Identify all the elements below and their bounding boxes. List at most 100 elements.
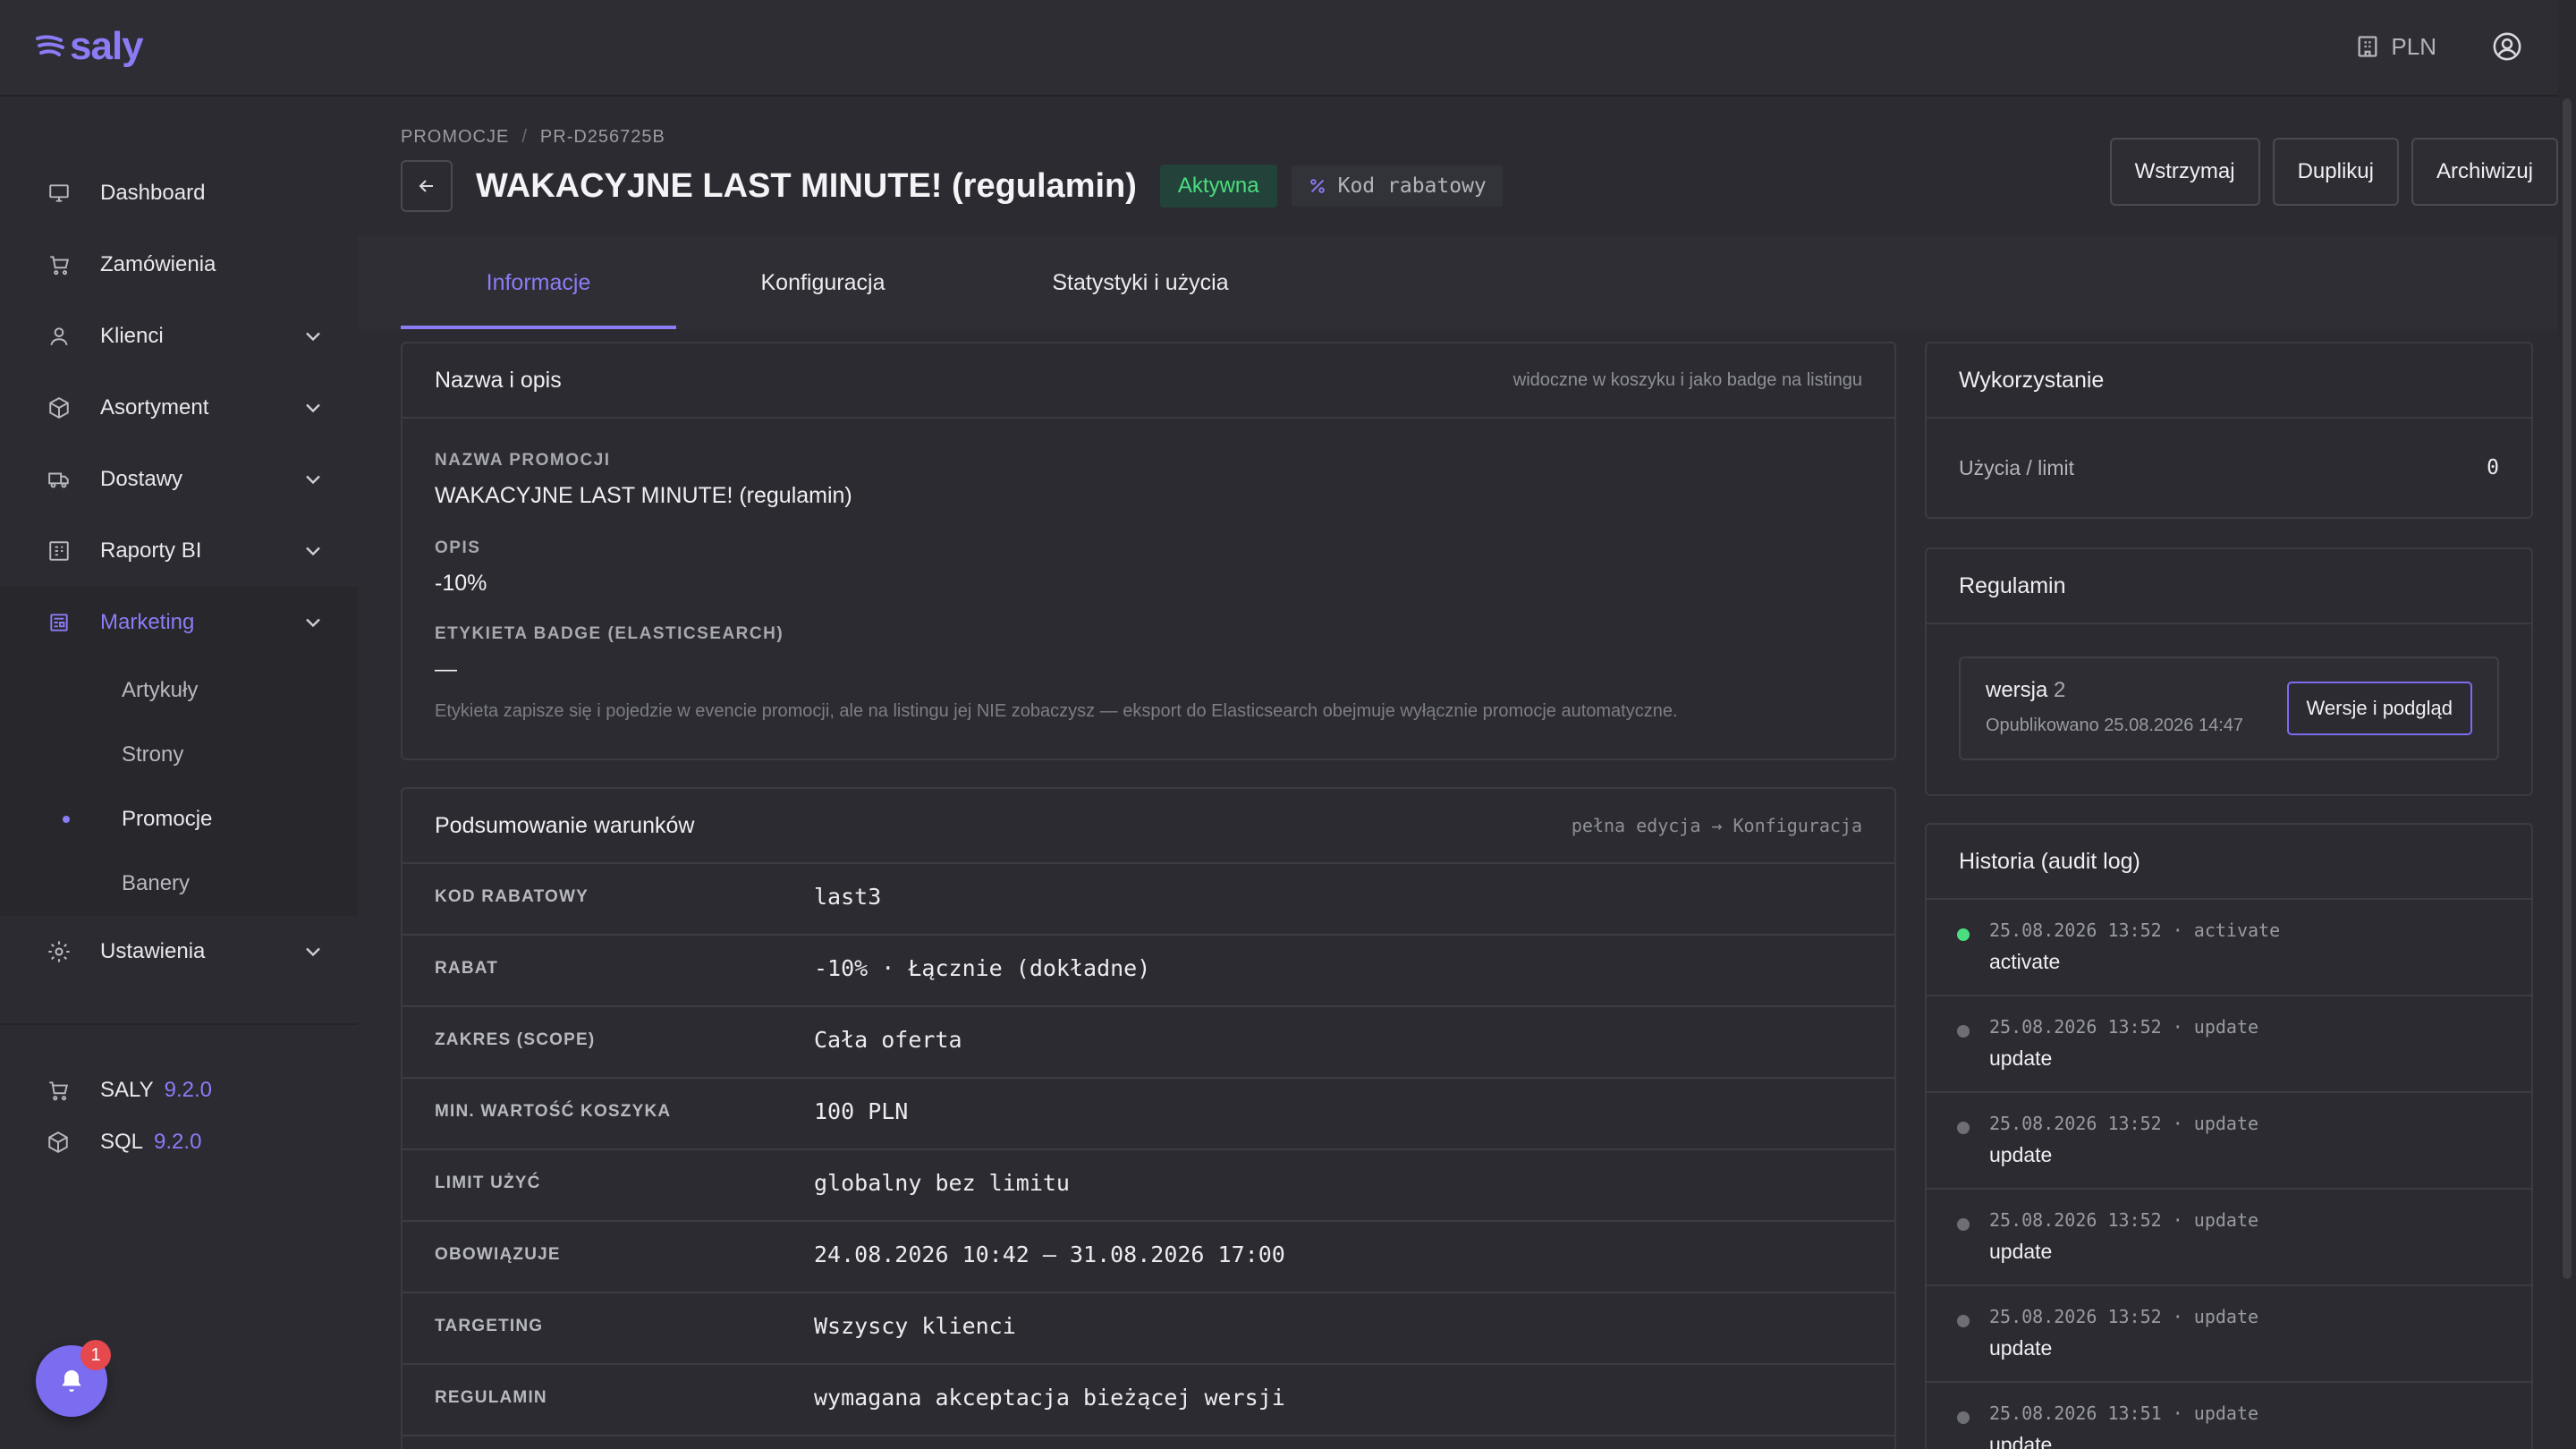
table-row: KOD RABATOWY last3 — [402, 864, 1894, 936]
status-dot — [1957, 1122, 1970, 1134]
sidebar-item-label: Ustawienia — [100, 939, 206, 963]
tab-configuration[interactable]: Konfiguracja — [680, 236, 966, 329]
sidebar-item-assortment[interactable]: Asortyment — [0, 372, 358, 444]
sidebar-item-label: Zamówienia — [100, 252, 216, 276]
log-meta: 25.08.2026 13:52 · update — [1989, 1113, 2259, 1134]
breadcrumb-promotions[interactable]: PROMOCJE — [401, 127, 509, 148]
chevron-down-icon[interactable] — [301, 324, 326, 349]
cart-icon — [49, 1081, 68, 1101]
status-dot — [1957, 1218, 1970, 1231]
chevron-down-icon[interactable] — [301, 538, 326, 564]
sidebar-item-settings[interactable]: Ustawienia — [0, 916, 358, 987]
version-label: wersja — [1986, 678, 2048, 702]
bell-icon — [62, 1370, 81, 1392]
list-item: 25.08.2026 13:52 · update update — [1927, 996, 2531, 1093]
field-value: -10% — [435, 571, 487, 596]
pause-button[interactable]: Wstrzymaj — [2109, 138, 2260, 206]
archive-button[interactable]: Archiwizuj — [2411, 138, 2558, 206]
version-saly: SALY 9.2.0 — [0, 1064, 358, 1116]
notifications-button[interactable]: 1 — [36, 1340, 111, 1417]
building-icon — [2358, 36, 2377, 57]
version-number: 2 — [2054, 678, 2066, 702]
card-title: Podsumowanie warunków — [435, 812, 695, 838]
terms-published-date: Opublikowano 25.08.2026 14:47 — [1986, 716, 2244, 735]
cart-icon — [50, 256, 69, 275]
log-action: update — [1989, 1240, 2053, 1263]
usage-card: Wykorzystanie Użycia / limit 0 — [1925, 342, 2533, 519]
configuration-link[interactable]: pełna edycja → Konfiguracja — [1572, 815, 1862, 836]
sidebar-subitem-promotions[interactable]: Promocje — [0, 787, 358, 852]
usage-value: 0 — [2487, 456, 2499, 479]
row-key: RABAT — [435, 959, 499, 978]
sidebar-subitem-articles[interactable]: Artykuły — [0, 658, 358, 723]
sidebar-subitem-banners[interactable]: Banery — [0, 852, 358, 916]
log-meta: 25.08.2026 13:52 · update — [1989, 1209, 2259, 1231]
back-button[interactable] — [401, 160, 453, 212]
versions-preview-button[interactable]: Wersje i podgląd — [2286, 682, 2472, 735]
field-promotion-name: NAZWA PROMOCJI WAKACYJNE LAST MINUTE! (r… — [435, 451, 852, 509]
row-key: MIN. WARTOŚĆ KOSZYKA — [435, 1102, 672, 1121]
sidebar-item-deliveries[interactable]: Dostawy — [0, 444, 358, 515]
chevron-down-icon[interactable] — [301, 395, 326, 420]
sidebar-item-clients[interactable]: Klienci — [0, 301, 358, 372]
status-dot — [1957, 1411, 1970, 1424]
row-value: wymagana akceptacja bieżącej wersji — [814, 1385, 1285, 1411]
sidebar-item-marketing[interactable]: Marketing — [0, 587, 358, 658]
card-hint: widoczne w koszyku i jako badge na listi… — [1513, 369, 1862, 390]
sidebar-item-reports[interactable]: Raporty BI — [0, 515, 358, 587]
breadcrumb-current: PR-D256725B — [539, 127, 665, 147]
user-account-icon[interactable] — [2492, 31, 2522, 62]
gear-icon — [48, 941, 70, 962]
log-action: update — [1989, 1433, 2053, 1449]
box-icon — [48, 1131, 68, 1153]
status-badge: Aktywna — [1159, 165, 1277, 208]
conditions-summary-card: Podsumowanie warunków pełna edycja → Kon… — [401, 787, 1896, 1449]
chevron-down-icon[interactable] — [301, 467, 326, 492]
card-title: Regulamin — [1959, 572, 2066, 598]
list-item: 25.08.2026 13:52 · update update — [1927, 1190, 2531, 1286]
terms-version: wersja 2 — [1986, 678, 2065, 703]
row-value: 24.08.2026 10:42 – 31.08.2026 17:00 — [814, 1241, 1285, 1267]
log-action: update — [1989, 1046, 2053, 1070]
monitor-icon — [49, 184, 69, 202]
row-value: globalny bez limitu — [814, 1170, 1070, 1196]
sidebar-item-dashboard[interactable]: Dashboard — [0, 157, 358, 229]
card-title: Historia (audit log) — [1959, 848, 2140, 874]
scrollbar-thumb[interactable] — [2563, 98, 2572, 1279]
sidebar-item-label: Dashboard — [100, 181, 206, 205]
sidebar-item-label: Marketing — [100, 610, 195, 634]
tab-information[interactable]: Informacje — [401, 236, 676, 329]
chevron-down-icon[interactable] — [301, 939, 326, 964]
header-actions: Wstrzymaj Duplikuj Archiwizuj — [2109, 138, 2558, 206]
row-value: 100 PLN — [814, 1098, 909, 1124]
duplicate-button[interactable]: Duplikuj — [2272, 138, 2399, 206]
chevron-down-icon[interactable] — [301, 610, 326, 635]
tab-statistics[interactable]: Statystyki i użycia — [975, 236, 1306, 329]
sidebar-subitem-pages[interactable]: Strony — [0, 723, 358, 787]
breadcrumb-separator: / — [521, 127, 528, 147]
log-meta: 25.08.2026 13:51 · update — [1989, 1402, 2259, 1424]
field-label: NAZWA PROMOCJI — [435, 451, 611, 470]
tabs-bar: Informacje Konfiguracja Statystyki i uży… — [358, 236, 2558, 329]
logo[interactable]: saly — [36, 23, 144, 70]
row-key: REGULAMIN — [435, 1388, 547, 1407]
marketing-group: Marketing Artykuły Strony Promocje Baner… — [0, 587, 358, 916]
type-label: Kod rabatowy — [1337, 174, 1487, 198]
version-number: 9.2.0 — [164, 1078, 212, 1102]
sidebar: Dashboard Zamówienia Klienci Asortyment … — [0, 97, 358, 1449]
table-row: OBOWIĄZUJE 24.08.2026 10:42 – 31.08.2026 … — [402, 1222, 1894, 1293]
row-value: last3 — [814, 884, 882, 910]
list-item: 25.08.2026 13:51 · update update — [1927, 1383, 2531, 1449]
log-action: update — [1989, 1336, 2053, 1360]
history-card: Historia (audit log) 25.08.2026 13:52 · … — [1925, 823, 2533, 1449]
terms-card: Regulamin wersja 2 Opublikowano 25.08.20… — [1925, 547, 2533, 796]
sidebar-subitem-label: Promocje — [122, 807, 213, 831]
currency-selector[interactable]: PLN — [2355, 33, 2436, 61]
type-badge: Kod rabatowy — [1291, 165, 1503, 207]
field-value: WAKACYJNE LAST MINUTE! (regulamin) — [435, 483, 852, 508]
sidebar-item-orders[interactable]: Zamówienia — [0, 229, 358, 301]
active-dot — [63, 816, 70, 823]
box-icon — [49, 397, 69, 419]
page-scrollbar[interactable] — [2558, 0, 2576, 1449]
sidebar-subitem-label: Banery — [122, 871, 191, 895]
